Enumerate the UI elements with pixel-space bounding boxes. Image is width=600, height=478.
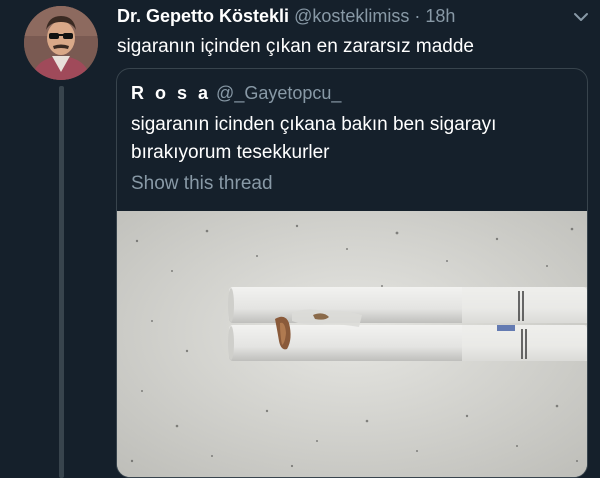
cigarettes-photo [117, 211, 587, 477]
tweet-header: Dr. Gepetto Köstekli @kosteklimiss · 18h [117, 4, 570, 28]
quoted-display-name: R o s a [131, 83, 212, 103]
chevron-down-icon [574, 13, 588, 21]
quoted-tweet-header: R o s a @_Gayetopcu_ [131, 81, 341, 105]
user-handle[interactable]: @kosteklimiss [294, 6, 409, 26]
quoted-tweet-text: sigaranın icinden çıkana bakın ben sigar… [131, 114, 497, 163]
profile-photo-avatar [24, 6, 98, 80]
separator-dot: · [414, 6, 421, 26]
quoted-user-handle: @_Gayetopcu_ [216, 83, 342, 103]
display-name[interactable]: Dr. Gepetto Köstekli [117, 6, 289, 26]
thread-connector-line [59, 86, 64, 478]
quoted-tweet-photo[interactable] [117, 211, 587, 477]
quoted-tweet[interactable]: R o s a @_Gayetopcu_ sigaranın icinden ç… [116, 68, 588, 478]
avatar[interactable] [24, 6, 98, 80]
timestamp[interactable]: 18h [425, 6, 455, 26]
tweet-menu-button[interactable] [572, 8, 590, 26]
tweet-text: sigaranın içinden çıkan en zararsız madd… [117, 36, 474, 57]
show-thread-link[interactable]: Show this thread [131, 171, 273, 197]
